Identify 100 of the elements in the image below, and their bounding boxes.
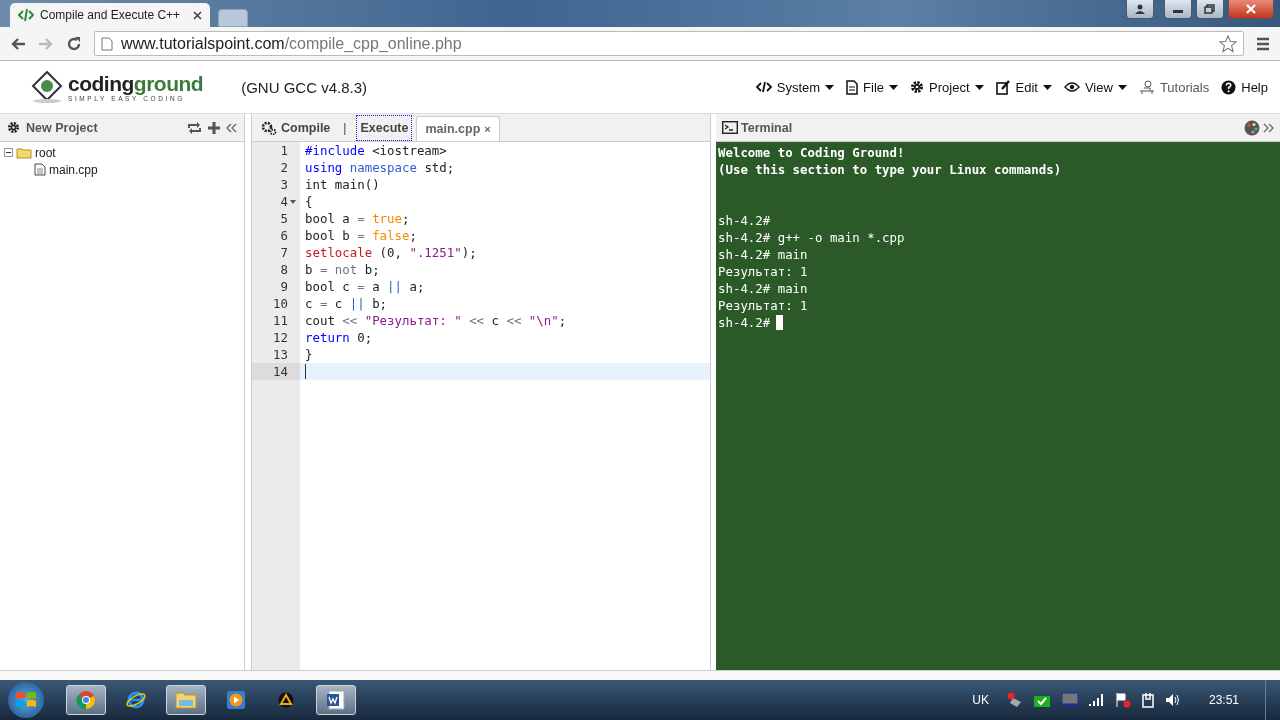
menu-item[interactable]: System [755,79,835,95]
logo-wordmark: codingground [68,72,204,95]
line-number: 7 [280,244,288,261]
text-cursor [305,364,306,379]
file-tab[interactable]: main.cpp × [416,116,500,141]
clock[interactable]: 23:51 [1208,693,1239,707]
star-icon[interactable] [1219,34,1237,53]
code-line: return 0; [305,329,373,346]
help-icon [1221,79,1237,95]
language-indicator[interactable]: UK [972,693,989,707]
browser-tab[interactable]: Compile and Execute C++ [10,3,210,27]
menu-item[interactable]: Project [910,79,984,95]
document-icon [846,79,859,95]
fold-icon[interactable] [290,200,296,204]
line-number: 3 [280,176,288,193]
line-number: 9 [280,278,288,295]
terminal-line: Результат: 1 [718,297,809,314]
compile-button[interactable]: Compile [258,115,334,141]
code-line: cout << "Результат: " << c << "\n"; [305,312,567,329]
separator: | [343,120,347,135]
code-line: #include <iostream> [305,142,447,159]
collapse-icon[interactable] [226,122,237,133]
code-icon [18,8,34,22]
close-icon [1245,4,1257,14]
address-bar[interactable]: www.tutorialspoint.com/compile_cpp_online.php [94,31,1244,56]
execute-button[interactable]: Execute [356,115,413,141]
line-number: 6 [280,227,288,244]
terminal-icon [722,121,738,134]
edit-icon [995,79,1011,95]
folder-icon [16,146,32,159]
code-line: } [305,346,313,363]
terminal-line: (Use this section to type your Linux commands) [718,161,1063,178]
play-icon [227,691,245,709]
restore-icon [1204,4,1216,14]
flag-icon[interactable] [1114,692,1131,708]
terminal-line: sh-4.2# main [718,246,809,263]
speaker-icon[interactable] [1164,693,1181,707]
line-number: 12 [273,329,288,346]
tray-icon[interactable] [1006,692,1023,708]
signal-icon[interactable] [1088,694,1105,706]
menu-icon[interactable] [1256,36,1270,51]
terminal-line: sh-4.2# main [718,280,809,297]
code-line: using namespace std; [305,159,455,176]
terminal-line: sh-4.2# [718,314,771,331]
user-icon [1134,4,1146,14]
code-line: bool a = true; [305,210,410,227]
code-line: setlocale (0, ".1251"); [305,244,477,261]
taskbar-button[interactable] [316,685,356,715]
terminal-line: sh-4.2# g++ -o main *.cpp [718,229,906,246]
menu-item[interactable]: View [1063,79,1127,95]
code-line: int main() [305,176,380,193]
browser-icon [76,690,96,710]
triangle-icon [278,692,294,708]
palette-icon[interactable] [1244,119,1260,136]
gear-icon [910,80,925,94]
tab-title: Compile and Execute C++ [40,8,182,22]
code-line: bool b = false; [305,227,417,244]
menu-item[interactable]: Tutorials [1138,79,1210,95]
close-icon[interactable] [193,10,202,20]
code-icon [755,81,772,93]
reload-icon[interactable] [66,35,82,52]
expand-icon[interactable] [1263,122,1274,133]
menu-item[interactable]: File [846,79,899,95]
eye-icon [1063,82,1080,92]
code-line: b = not b; [305,261,380,278]
compiler-version: (GNU GCC v4.8.3) [241,78,367,96]
e-globe-icon [126,690,146,710]
gear-icon [7,121,20,134]
start-button[interactable] [8,682,44,718]
line-number: 13 [273,346,288,363]
document-icon [326,690,346,710]
menu-item[interactable]: Edit [995,79,1052,95]
gears-icon [261,121,277,135]
code-line: { [305,193,313,210]
back-icon[interactable] [10,36,26,51]
refresh-icon[interactable] [187,121,202,134]
menu-item[interactable]: Help [1221,79,1268,95]
restore-button[interactable] [1196,0,1224,19]
line-number: 1 [280,142,288,159]
line-number: 11 [273,312,288,329]
close-button[interactable] [1228,0,1274,19]
minimize-button[interactable] [1164,0,1192,19]
code-line: bool c = a || a; [305,278,425,295]
tree-item[interactable]: root [4,144,240,161]
monitor-icon[interactable] [1060,692,1079,708]
terminal-line: sh-4.2# [718,212,772,229]
line-number: 8 [280,261,288,278]
terminal-title: Terminal [741,120,793,135]
line-number: 10 [273,295,288,312]
power-plug-icon[interactable] [1140,692,1155,708]
line-number: 4 [280,193,288,210]
folder-icon [175,691,197,709]
terminal-line: Результат: 1 [718,263,809,280]
expander-icon[interactable] [4,148,13,157]
tree-item[interactable]: main.cpp [34,161,240,178]
logo-icon [30,71,64,103]
user-button[interactable] [1126,0,1154,19]
plus-icon[interactable] [208,121,220,134]
new-project-button[interactable]: New Project [26,120,98,135]
terminal-line: Welcome to Coding Ground! [718,144,906,161]
